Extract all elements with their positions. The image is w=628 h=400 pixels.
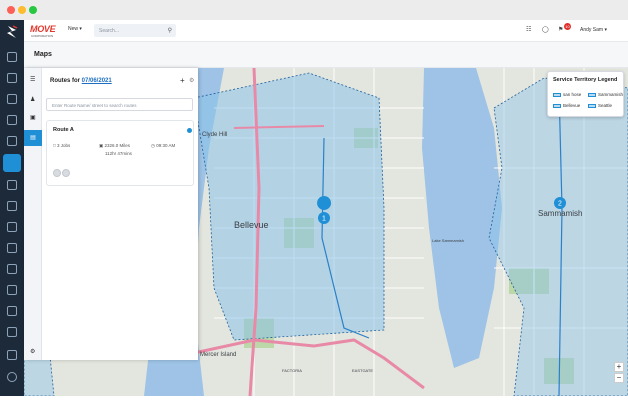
close-dot[interactable]: [7, 6, 15, 14]
logo-icon: [7, 25, 18, 38]
sidebar-item-settings[interactable]: [7, 350, 17, 360]
map-label-mercer-island: Mercer Island: [200, 352, 236, 358]
route-distance: ▣ 2326.0 Miles: [99, 143, 131, 148]
sidebar-item-jobs[interactable]: [7, 94, 17, 104]
route-time-label: 09:30 AM: [156, 143, 176, 148]
new-label: New: [68, 26, 79, 32]
map-label-lake-sammamish: Lake Sammamish: [432, 238, 464, 243]
zoom-out-button[interactable]: −: [614, 373, 624, 383]
new-button[interactable]: New ▾: [68, 26, 82, 32]
sidebar-item-billing[interactable]: [7, 327, 17, 337]
avatar: [53, 169, 61, 177]
sidebar-item-reports[interactable]: [7, 222, 17, 232]
notification-badge: 10: [564, 23, 571, 30]
global-search-placeholder: Search...: [99, 28, 120, 34]
page-header: Maps: [24, 42, 628, 68]
route-search-input[interactable]: Enter Route Name/ street to search route…: [46, 98, 193, 111]
panel-rail: ☰ ♟ ▣ ▤ ⚙: [24, 68, 42, 360]
legend-title: Service Territory Legend: [553, 77, 618, 83]
settings-icon[interactable]: ⚙: [30, 348, 35, 355]
user-menu[interactable]: Andy Sam ▾: [580, 27, 607, 33]
route-color-dot: [187, 128, 192, 133]
zoom-dot[interactable]: [29, 6, 37, 14]
apps-icon[interactable]: ☷: [526, 26, 531, 33]
sidebar: [0, 20, 24, 396]
sidebar-item-team[interactable]: [7, 264, 17, 274]
add-route-icon[interactable]: +: [180, 76, 185, 85]
legend-item-label: Bellevue: [563, 103, 581, 108]
route-list-icon[interactable]: ▤: [24, 130, 42, 146]
route-distance-label: 2326.0 Miles: [104, 143, 131, 148]
legend-item: Seattle: [588, 103, 612, 108]
truck-icon[interactable]: ▣: [30, 114, 36, 121]
routes-heading: Routes for 07/06/2021: [50, 78, 112, 84]
sidebar-item-dashboard[interactable]: [7, 52, 17, 62]
sidebar-item-users[interactable]: [7, 285, 17, 295]
routes-heading-label: Routes for: [50, 78, 80, 84]
page-title: Maps: [34, 51, 52, 58]
marker-1-label: 1: [322, 216, 326, 223]
legend-item: Bellevue: [553, 103, 580, 108]
route-name: Route A: [53, 127, 74, 133]
map-label-clyde-hill: Clyde Hill: [202, 132, 227, 138]
sidebar-item-schedule[interactable]: [7, 180, 17, 190]
sidebar-item-help[interactable]: [7, 372, 17, 382]
window-chrome: [0, 0, 628, 20]
legend-item-label: san hose: [563, 92, 582, 97]
top-bar: MOVE CORPORATION New ▾ Search... ⚲ ☷ ◯ ⚑…: [24, 20, 628, 42]
route-options-icon[interactable]: ⚙: [189, 77, 194, 84]
brand-subtitle: CORPORATION: [31, 34, 54, 38]
menu-icon[interactable]: ☰: [30, 76, 35, 83]
global-search-input[interactable]: Search... ⚲: [94, 24, 176, 37]
legend-item: san hose: [553, 92, 581, 97]
sidebar-item-customers[interactable]: [7, 73, 17, 83]
route-duration: 112hr 47mins: [105, 151, 132, 156]
route-jobs-label: 3 Jobs: [56, 143, 71, 148]
route-marker-2[interactable]: 2: [554, 197, 566, 209]
map-label-eastgate: EASTGATE: [352, 368, 373, 373]
routes-date-link[interactable]: 07/06/2021: [82, 78, 112, 84]
map-label-bellevue: Bellevue: [234, 220, 269, 230]
sidebar-item-estimates[interactable]: [7, 115, 17, 125]
legend-item: Sammamish: [588, 92, 623, 97]
map-label-factoria: FACTORIA: [282, 368, 302, 373]
sidebar-item-invoices[interactable]: [7, 136, 17, 146]
route-jobs: □ 3 Jobs: [53, 143, 71, 148]
sidebar-item-inventory[interactable]: [7, 243, 17, 253]
routes-panel: ☰ ♟ ▣ ▤ ⚙ Routes for 07/06/2021 + ⚙ Ente…: [24, 68, 198, 360]
route-card[interactable]: Route A □ 3 Jobs ▣ 2326.0 Miles 112hr 47…: [46, 120, 194, 186]
legend-item-label: Sammamish: [598, 92, 624, 97]
app-window: MOVE CORPORATION New ▾ Search... ⚲ ☷ ◯ ⚑…: [0, 20, 628, 396]
map-label-sammamish: Sammamish: [538, 209, 582, 218]
route-time: ◷ 09:30 AM: [151, 143, 176, 148]
route-search-placeholder: Enter Route Name/ street to search route…: [52, 103, 137, 108]
sidebar-item-maps[interactable]: [3, 154, 21, 172]
user-name: Andy Sam: [580, 27, 604, 33]
minimize-dot[interactable]: [18, 6, 26, 14]
sidebar-item-timesheets[interactable]: [7, 306, 17, 316]
chat-icon[interactable]: ◯: [542, 26, 549, 33]
legend-item-label: Seattle: [598, 103, 613, 108]
avatar: [62, 169, 70, 177]
zoom-in-button[interactable]: +: [614, 362, 624, 372]
bell-icon[interactable]: ⚑: [558, 26, 563, 33]
person-icon[interactable]: ♟: [30, 96, 35, 103]
search-icon: ⚲: [167, 28, 172, 34]
sidebar-item-tags[interactable]: [7, 201, 17, 211]
marker-2-label: 2: [558, 201, 562, 208]
brand-logo: MOVE: [30, 24, 56, 34]
territory-legend: Service Territory Legend san hose Sammam…: [547, 71, 624, 117]
